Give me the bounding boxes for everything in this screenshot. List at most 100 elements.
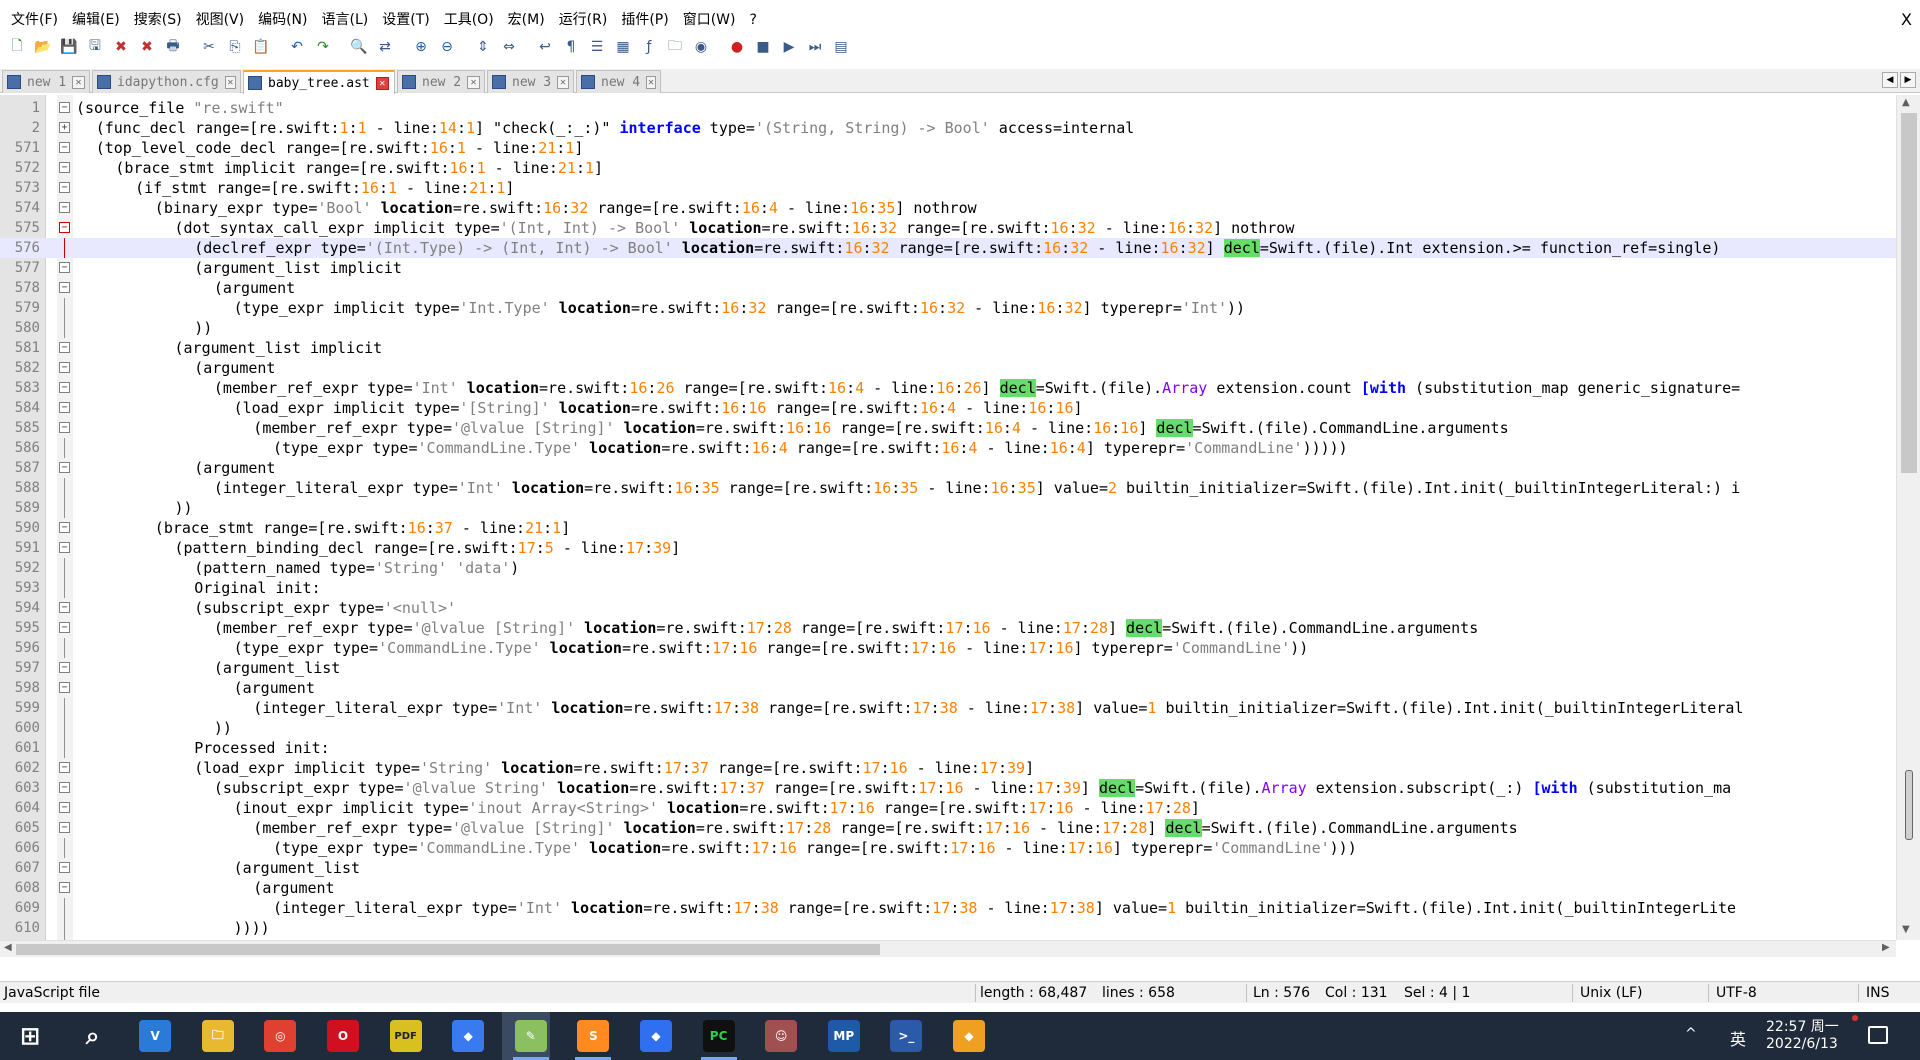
scroll-right-arrow-icon[interactable]: ▶ <box>1882 942 1890 953</box>
code-line[interactable]: 587 − (argument <box>0 458 1896 478</box>
fold-collapse-icon[interactable]: − <box>59 142 70 153</box>
run-macro-multiple-icon[interactable]: ⏭ <box>804 36 826 58</box>
code-line[interactable]: 594 − (subscript_expr type='<null>' <box>0 598 1896 618</box>
doc-map-icon[interactable]: ▦ <box>612 36 634 58</box>
open-file-icon[interactable]: 📂 <box>32 36 54 58</box>
pycharm-icon[interactable]: PC <box>702 1020 735 1052</box>
fold-collapse-icon[interactable]: − <box>59 202 70 213</box>
close-icon[interactable]: ✖ <box>110 36 132 58</box>
menu-item[interactable]: 运行(R) <box>552 9 615 31</box>
tab-new-2[interactable]: new 2 ✕ <box>397 70 485 93</box>
monitoring-icon[interactable]: ◉ <box>690 36 712 58</box>
pdf-reader-icon[interactable]: PDF <box>389 1020 422 1052</box>
code-line[interactable]: 577 − (argument_list implicit <box>0 258 1896 278</box>
copy-icon[interactable]: ⎘ <box>224 36 246 58</box>
menu-item[interactable]: 编辑(E) <box>65 9 127 31</box>
fold-collapse-icon[interactable]: − <box>59 102 70 113</box>
code-line[interactable]: 609 (integer_literal_expr type='Int' loca… <box>0 898 1896 918</box>
notepadpp-icon[interactable]: ✎ <box>514 1020 547 1052</box>
close-document-button[interactable]: X <box>1901 9 1912 31</box>
fold-collapse-icon[interactable]: − <box>59 782 70 793</box>
code-line[interactable]: 581 − (argument_list implicit <box>0 338 1896 358</box>
feishu-icon[interactable]: ◆ <box>452 1020 485 1052</box>
fold-collapse-icon[interactable]: − <box>59 182 70 193</box>
code-line[interactable]: 571 − (top_level_code_decl range=[re.swift… <box>0 138 1896 158</box>
show-all-chars-icon[interactable]: ¶ <box>560 36 582 58</box>
code-line[interactable]: 572 − (brace_stmt implicit range=[re.swift… <box>0 158 1896 178</box>
tab-scroll-right-button[interactable]: ▶ <box>1900 72 1916 88</box>
fold-expand-icon[interactable]: + <box>59 122 70 133</box>
cut-icon[interactable]: ✂ <box>198 36 220 58</box>
chrome-icon[interactable]: ◎ <box>264 1020 297 1052</box>
code-line[interactable]: 605 − (member_ref_expr type='@lvalue [Stri… <box>0 818 1896 838</box>
start-icon[interactable]: ⊞ <box>14 1020 46 1052</box>
new-file-icon[interactable]: 🗋 <box>6 36 28 58</box>
code-line[interactable]: 589)) <box>0 498 1896 518</box>
search-icon[interactable]: ⌕ <box>76 1020 109 1052</box>
code-line[interactable]: 593 Original init: <box>0 578 1896 598</box>
code-line[interactable]: 607 − (argument_list <box>0 858 1896 878</box>
code-line[interactable]: 583 − (member_ref_expr type='Int' location… <box>0 378 1896 398</box>
lark-icon[interactable]: ◆ <box>640 1020 672 1052</box>
fold-collapse-icon[interactable]: − <box>59 162 70 173</box>
status-eol[interactable]: Unix (LF) <box>1580 982 1643 1004</box>
menu-item[interactable]: 工具(O) <box>437 9 501 31</box>
menu-item[interactable]: ? <box>743 9 764 31</box>
fold-collapse-icon[interactable]: − <box>59 402 70 413</box>
redo-icon[interactable]: ↷ <box>312 36 334 58</box>
menu-item[interactable]: 编码(N) <box>251 9 314 31</box>
fold-collapse-icon[interactable]: − <box>59 342 70 353</box>
horizontal-scroll-thumb[interactable] <box>16 944 880 955</box>
code-line[interactable]: 598 − (argument <box>0 678 1896 698</box>
file-explorer-icon[interactable]: 🗀 <box>201 1020 234 1052</box>
tab-new-4[interactable]: new 4 ✕ <box>576 70 661 93</box>
play-macro-icon[interactable]: ▶ <box>778 36 800 58</box>
record-macro-icon[interactable]: ● <box>726 36 748 58</box>
code-line[interactable]: 578 − (argument <box>0 278 1896 298</box>
code-area[interactable]: 1− (source_file "re.swift" 2 + (func_decl ra… <box>0 95 1896 957</box>
menu-item[interactable]: 搜索(S) <box>127 9 189 31</box>
code-line[interactable]: 610)))) <box>0 918 1896 938</box>
save-all-icon[interactable]: 🖫 <box>84 36 106 58</box>
fold-collapse-icon[interactable]: − <box>59 462 70 473</box>
code-line[interactable]: 585 − (member_ref_expr type='@lvalue [Stri… <box>0 418 1896 438</box>
code-line[interactable]: 579 (type_expr implicit type='Int.Type' l… <box>0 298 1896 318</box>
tab-close-icon[interactable]: ✕ <box>375 76 389 90</box>
code-line[interactable]: 590− (brace_stmt range=[re.swift:16:37 - … <box>0 518 1896 538</box>
code-line[interactable]: 591 − (pattern_binding_decl range=[re.swif… <box>0 538 1896 558</box>
tray-up-arrow-icon[interactable]: ^ <box>1685 1026 1697 1042</box>
horizontal-scrollbar[interactable]: ◀ ▶ <box>0 940 1896 957</box>
code-line[interactable]: 576 (declref_expr type='(Int.Type) -> (In… <box>0 238 1896 258</box>
fold-collapse-icon[interactable]: − <box>59 382 70 393</box>
fold-collapse-icon[interactable]: − <box>59 762 70 773</box>
save-icon[interactable]: 💾 <box>58 36 80 58</box>
code-line[interactable]: 606 (type_expr type='CommandLine.Type' lo… <box>0 838 1896 858</box>
fold-collapse-icon[interactable]: − <box>59 802 70 813</box>
sketch-icon[interactable]: ◆ <box>953 1020 985 1052</box>
overview-handle[interactable] <box>1905 770 1913 840</box>
tab-scroll-left-button[interactable]: ◀ <box>1882 72 1898 88</box>
menu-item[interactable]: 文件(F) <box>4 9 65 31</box>
menu-item[interactable]: 宏(M) <box>501 9 552 31</box>
tab-close-icon[interactable]: ✕ <box>557 75 569 89</box>
fold-collapse-icon[interactable]: − <box>59 682 70 693</box>
code-line[interactable]: 603 − (subscript_expr type='@lvalue String… <box>0 778 1896 798</box>
clock-time[interactable]: 22:57 周一 <box>1766 1016 1839 1036</box>
scroll-up-arrow-icon[interactable]: ▲ <box>1902 97 1910 108</box>
tab-close-icon[interactable]: ✕ <box>224 75 236 89</box>
zoom-out-icon[interactable]: ⊖ <box>436 36 458 58</box>
stop-record-icon[interactable]: ■ <box>752 36 774 58</box>
powershell-icon[interactable]: >_ <box>890 1020 923 1052</box>
replace-icon[interactable]: ⇄ <box>374 36 396 58</box>
sync-horizontal-icon[interactable]: ⇔ <box>498 36 520 58</box>
fold-collapse-icon[interactable]: − <box>59 662 70 673</box>
tab-close-icon[interactable]: ✕ <box>467 75 480 89</box>
save-macro-icon[interactable]: ▤ <box>830 36 852 58</box>
fold-collapse-icon[interactable]: − <box>59 422 70 433</box>
code-line[interactable]: 604 − (inout_expr implicit type='inout Arr… <box>0 798 1896 818</box>
sublime-icon[interactable]: S <box>577 1020 610 1052</box>
menu-item[interactable]: 视图(V) <box>189 9 252 31</box>
folder-workspace-icon[interactable]: 🗀 <box>664 36 686 58</box>
editor[interactable]: 1− (source_file "re.swift" 2 + (func_decl ra… <box>0 95 1920 957</box>
function-list-icon[interactable]: ƒ <box>638 36 660 58</box>
